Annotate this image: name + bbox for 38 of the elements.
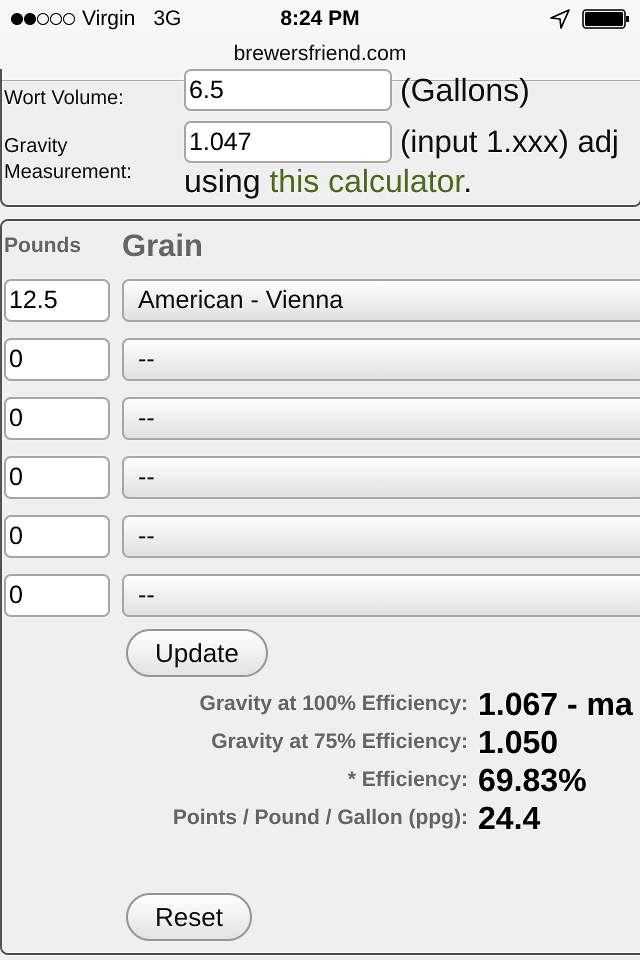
pounds-input[interactable]: 0: [4, 456, 110, 499]
result-value: 24.4: [478, 801, 542, 835]
column-header: Pounds: [4, 234, 82, 258]
result-label: * Efficiency:: [346, 767, 468, 793]
volume-input[interactable]: 6.5: [184, 69, 392, 111]
grain-select[interactable]: --: [122, 456, 640, 499]
signal-icon: [10, 12, 76, 26]
reset-button[interactable]: Reset: [126, 893, 252, 941]
field-label: Wort Volume:: [4, 86, 125, 111]
carrier-name: Virgin: [82, 7, 136, 31]
result-value: 1.067 - ma: [478, 687, 634, 721]
clock-time: 8:24 PM: [280, 7, 360, 31]
pounds-input[interactable]: 0: [4, 338, 110, 381]
grain-select[interactable]: --: [122, 397, 640, 440]
calculator-link[interactable]: this calculator: [269, 163, 464, 199]
network-type: 3G: [153, 7, 182, 31]
grain-select[interactable]: --: [122, 574, 640, 617]
field-label: Gravity Measurement:: [4, 134, 133, 185]
grain-select[interactable]: American - Vienna: [122, 279, 640, 322]
result-label: Gravity at 75% Efficiency:: [210, 729, 468, 755]
result-label: Points / Pound / Gallon (ppg):: [172, 805, 468, 831]
result-value: 1.050: [478, 725, 560, 759]
pounds-input[interactable]: 0: [4, 574, 110, 617]
update-button[interactable]: Update: [126, 629, 268, 677]
calculator-note: using this calculator.: [184, 163, 474, 199]
grain-select[interactable]: --: [122, 515, 640, 558]
battery-icon: [582, 9, 630, 29]
result-value: 69.83%: [478, 763, 588, 797]
result-label: Gravity at 100% Efficiency:: [198, 691, 468, 717]
pounds-input[interactable]: 12.5: [4, 279, 110, 322]
pounds-input[interactable]: 0: [4, 515, 110, 558]
grain-select[interactable]: --: [122, 338, 640, 381]
gravity-input[interactable]: 1.047: [184, 121, 392, 163]
pounds-input[interactable]: 0: [4, 397, 110, 440]
url-text: brewersfriend.com: [234, 41, 406, 66]
column-header: Grain: [122, 228, 203, 264]
location-arrow-icon: [550, 9, 570, 29]
input-hint: (input 1.xxx) adj: [400, 123, 620, 161]
